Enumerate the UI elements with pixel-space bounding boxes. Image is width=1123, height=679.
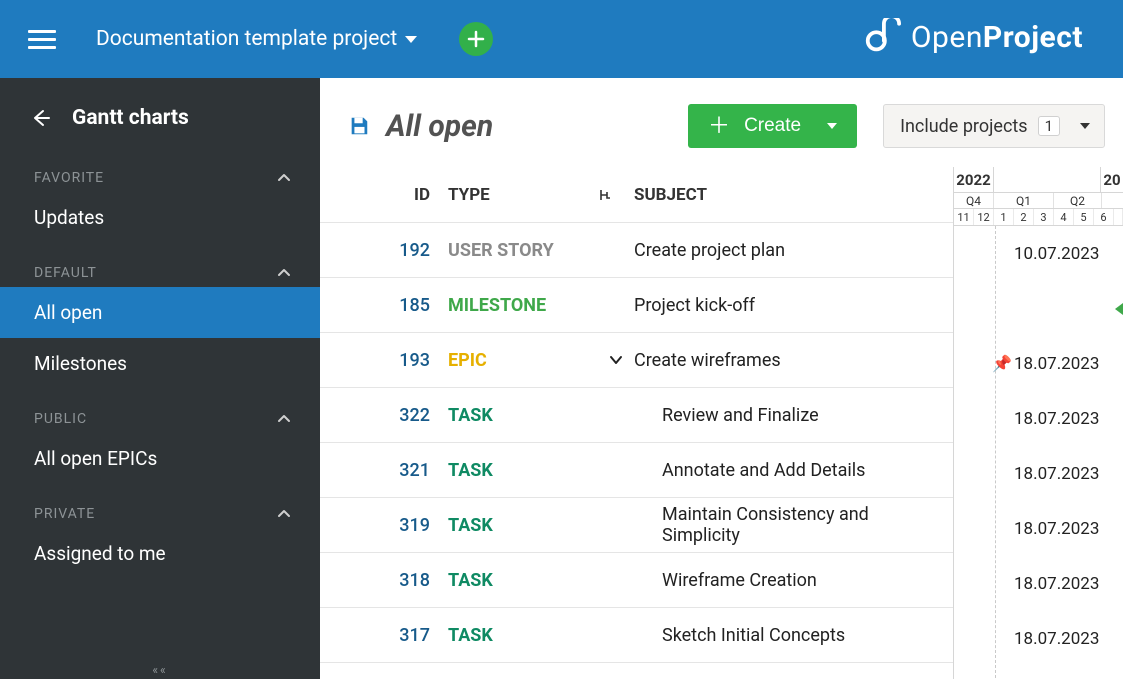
chevron-up-icon[interactable] (276, 506, 292, 522)
work-package-id[interactable]: 185 (338, 295, 448, 316)
work-package-subject[interactable]: Sketch Initial Concepts (634, 625, 943, 646)
work-package-type: USER STORY (448, 240, 598, 261)
include-projects-count: 1 (1038, 116, 1060, 136)
sidebar-item[interactable]: Assigned to me (0, 528, 320, 579)
table-header: ID TYPE SUBJECT (320, 167, 953, 223)
col-id[interactable]: ID (338, 185, 448, 205)
work-package-type: TASK (448, 405, 598, 426)
expand-toggle[interactable] (598, 352, 634, 368)
gantt-row: 📌18.07.2023 (954, 336, 1123, 391)
chevron-down-icon (405, 36, 417, 43)
work-package-id[interactable]: 318 (338, 570, 448, 591)
col-hierarchy-icon[interactable] (598, 188, 634, 202)
gantt-row: 18.07.2023 (954, 501, 1123, 556)
work-package-type: MILESTONE (448, 295, 598, 316)
sidebar-title: Gantt charts (72, 106, 189, 130)
gantt-panel: 2022 20 Q4 Q1 Q2 11 12 1 2 3 4 5 (953, 167, 1123, 679)
table-row[interactable]: 318TASK Wireframe Creation (320, 553, 953, 608)
gantt-row: 18.07.2023 (954, 446, 1123, 501)
chevron-down-icon (1080, 123, 1090, 129)
hamburger-icon[interactable] (28, 25, 56, 53)
work-package-id[interactable]: 321 (338, 460, 448, 481)
sidebar-item[interactable]: All open EPICs (0, 433, 320, 484)
table-row[interactable]: 192USER STORY Create project plan (320, 223, 953, 278)
gantt-date-label: 18.07.2023 (1014, 354, 1099, 374)
global-create-button[interactable] (459, 22, 493, 56)
gantt-row: 18.07.2023 (954, 611, 1123, 666)
gantt-quarter-row: Q4 Q1 Q2 (954, 193, 1123, 209)
work-package-type: EPIC (448, 350, 598, 371)
work-package-type: TASK (448, 625, 598, 646)
chevron-down-icon (827, 123, 837, 129)
project-title: Documentation template project (96, 27, 397, 51)
chevron-up-icon[interactable] (276, 411, 292, 427)
sidebar-collapse-handle[interactable]: «« (152, 663, 167, 677)
work-package-id[interactable]: 193 (338, 350, 448, 371)
chevron-up-icon[interactable] (276, 170, 292, 186)
gantt-month-row: 11 12 1 2 3 4 5 6 (954, 209, 1123, 226)
sidebar-item[interactable]: Milestones (0, 338, 320, 389)
work-package-subject[interactable]: Wireframe Creation (634, 570, 943, 591)
chevron-up-icon[interactable] (276, 265, 292, 281)
back-icon[interactable] (30, 107, 52, 129)
gantt-date-label: 18.07.2023 (1014, 629, 1099, 649)
work-package-id[interactable]: 317 (338, 625, 448, 646)
top-bar: Documentation template project OpenProje… (0, 0, 1123, 78)
create-button[interactable]: ＋ Create (688, 104, 857, 148)
plus-icon: ＋ (708, 115, 730, 137)
pin-icon: 📌 (992, 354, 1012, 373)
gantt-date-label: 18.07.2023 (1014, 519, 1099, 539)
table-row[interactable]: 185MILESTONE Project kick-off (320, 278, 953, 333)
gantt-date-label: 18.07.2023 (1014, 409, 1099, 429)
sidebar-item[interactable]: Updates (0, 192, 320, 243)
project-selector[interactable]: Documentation template project (96, 27, 417, 51)
gantt-milestone-marker (1115, 303, 1123, 315)
sidebar-item[interactable]: All open (0, 287, 320, 338)
content-toolbar: All open ＋ Create Include projects 1 (320, 78, 1123, 166)
work-package-id[interactable]: 322 (338, 405, 448, 426)
gantt-row: 18.07.2023 (954, 556, 1123, 611)
work-package-subject[interactable]: Annotate and Add Details (634, 460, 943, 481)
table-row[interactable]: 319TASK Maintain Consistency and Simplici… (320, 498, 953, 553)
work-package-type: TASK (448, 460, 598, 481)
work-package-subject[interactable]: Maintain Consistency and Simplicity (634, 504, 943, 546)
openproject-logo-icon (863, 18, 901, 56)
table-row[interactable]: 317TASK Sketch Initial Concepts (320, 608, 953, 663)
work-package-type: TASK (448, 515, 598, 536)
sidebar-group-title[interactable]: PRIVATE (0, 484, 320, 528)
brand-logo: OpenProject (863, 18, 1083, 56)
sidebar: Gantt charts FAVORITEUpdatesDEFAULTAll o… (0, 78, 320, 679)
table-row[interactable]: 321TASK Annotate and Add Details (320, 443, 953, 498)
gantt-row: 10.07.2023 (954, 226, 1123, 281)
gantt-row (954, 281, 1123, 336)
save-icon[interactable] (348, 115, 370, 137)
gantt-date-label: 10.07.2023 (1014, 244, 1099, 264)
col-subject[interactable]: SUBJECT (634, 185, 943, 205)
gantt-date-label: 18.07.2023 (1014, 574, 1099, 594)
col-type[interactable]: TYPE (448, 185, 598, 205)
sidebar-header: Gantt charts (0, 88, 320, 148)
page-title: All open (386, 109, 672, 144)
work-package-subject[interactable]: Project kick-off (634, 295, 943, 316)
work-package-id[interactable]: 319 (338, 515, 448, 536)
work-package-id[interactable]: 192 (338, 240, 448, 261)
work-package-table: ID TYPE SUBJECT 192USER STORY Create proj… (320, 167, 953, 679)
work-package-type: TASK (448, 570, 598, 591)
gantt-row: 18.07.2023 (954, 391, 1123, 446)
gantt-year-row: 2022 20 (954, 167, 1123, 193)
gantt-date-label: 18.07.2023 (1014, 464, 1099, 484)
table-row[interactable]: 322TASK Review and Finalize (320, 388, 953, 443)
table-row[interactable]: 193EPIC Create wireframes (320, 333, 953, 388)
work-package-subject[interactable]: Create wireframes (634, 350, 943, 371)
sidebar-group-title[interactable]: DEFAULT (0, 243, 320, 287)
sidebar-group-title[interactable]: PUBLIC (0, 389, 320, 433)
work-package-subject[interactable]: Review and Finalize (634, 405, 943, 426)
work-package-subject[interactable]: Create project plan (634, 240, 943, 261)
include-projects-dropdown[interactable]: Include projects 1 (883, 104, 1105, 148)
sidebar-group-title[interactable]: FAVORITE (0, 148, 320, 192)
